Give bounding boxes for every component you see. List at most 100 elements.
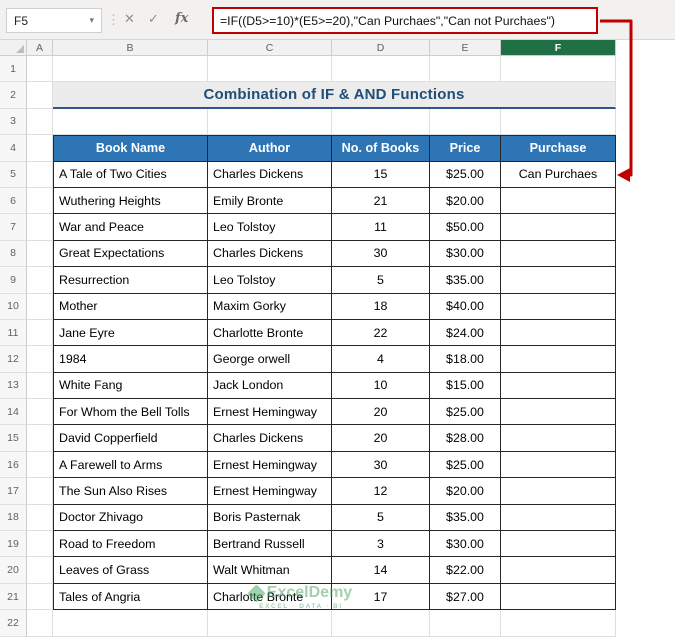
table-cell[interactable]: $27.00: [430, 583, 501, 611]
table-header-1[interactable]: Book Name: [53, 135, 208, 162]
table-cell[interactable]: 21: [332, 187, 430, 215]
cell-a11[interactable]: [27, 319, 53, 347]
table-header-4[interactable]: Price: [430, 135, 501, 162]
select-all-button[interactable]: [0, 40, 27, 56]
table-cell[interactable]: Resurrection: [53, 267, 208, 294]
table-cell[interactable]: A Farewell to Arms: [53, 451, 208, 479]
table-cell[interactable]: Walt Whitman: [208, 557, 332, 584]
table-cell[interactable]: Leaves of Grass: [53, 557, 208, 584]
table-cell[interactable]: $50.00: [430, 214, 501, 241]
cell-a12[interactable]: [27, 346, 53, 373]
row-header-5[interactable]: 5: [0, 161, 27, 188]
empty-cell[interactable]: [332, 56, 430, 83]
empty-cell[interactable]: [208, 108, 332, 136]
cell-a22[interactable]: [27, 610, 53, 637]
empty-cell[interactable]: [501, 56, 616, 83]
table-cell[interactable]: 3: [332, 531, 430, 558]
table-cell[interactable]: $22.00: [430, 557, 501, 584]
row-header-15[interactable]: 15: [0, 425, 27, 452]
column-header-e[interactable]: E: [430, 40, 501, 56]
table-cell[interactable]: Mother: [53, 293, 208, 320]
table-cell[interactable]: [501, 214, 616, 241]
table-cell[interactable]: Ernest Hemingway: [208, 478, 332, 505]
chevron-down-icon[interactable]: ▾: [89, 15, 94, 26]
cell-a7[interactable]: [27, 214, 53, 241]
empty-cell[interactable]: [332, 610, 430, 637]
column-header-f[interactable]: F: [501, 40, 616, 56]
table-cell[interactable]: 20: [332, 399, 430, 426]
row-header-14[interactable]: 14: [0, 399, 27, 426]
table-cell[interactable]: 4: [332, 346, 430, 373]
cell-a21[interactable]: [27, 583, 53, 611]
cell-a3[interactable]: [27, 108, 53, 136]
table-cell[interactable]: Doctor Zhivago: [53, 504, 208, 532]
cell-a17[interactable]: [27, 478, 53, 505]
table-cell[interactable]: Jack London: [208, 372, 332, 400]
table-cell[interactable]: 5: [332, 504, 430, 532]
column-header-b[interactable]: B: [53, 40, 208, 56]
table-cell[interactable]: 17: [332, 583, 430, 611]
table-cell[interactable]: 30: [332, 240, 430, 268]
empty-cell[interactable]: [208, 610, 332, 637]
empty-cell[interactable]: [501, 610, 616, 637]
enter-icon[interactable]: ✓: [148, 11, 159, 27]
cell-a10[interactable]: [27, 293, 53, 320]
table-cell[interactable]: $30.00: [430, 240, 501, 268]
table-cell[interactable]: [501, 451, 616, 479]
table-cell[interactable]: $35.00: [430, 504, 501, 532]
table-header-5[interactable]: Purchase: [501, 135, 616, 162]
table-cell[interactable]: [501, 293, 616, 320]
row-header-2[interactable]: 2: [0, 82, 27, 109]
table-cell[interactable]: Wuthering Heights: [53, 187, 208, 215]
row-header-10[interactable]: 10: [0, 293, 27, 320]
table-cell[interactable]: [501, 240, 616, 268]
row-header-16[interactable]: 16: [0, 451, 27, 479]
table-cell[interactable]: White Fang: [53, 372, 208, 400]
empty-cell[interactable]: [53, 56, 208, 83]
column-header-d[interactable]: D: [332, 40, 430, 56]
cell-a19[interactable]: [27, 531, 53, 558]
empty-cell[interactable]: [430, 610, 501, 637]
cell-a8[interactable]: [27, 240, 53, 268]
cell-a4[interactable]: [27, 135, 53, 162]
row-header-8[interactable]: 8: [0, 240, 27, 268]
row-header-17[interactable]: 17: [0, 478, 27, 505]
cell-a13[interactable]: [27, 372, 53, 400]
table-cell[interactable]: $40.00: [430, 293, 501, 320]
table-cell[interactable]: [501, 504, 616, 532]
row-header-7[interactable]: 7: [0, 214, 27, 241]
table-cell[interactable]: Charlotte Bronte: [208, 583, 332, 611]
table-cell[interactable]: [501, 346, 616, 373]
empty-cell[interactable]: [53, 610, 208, 637]
table-cell[interactable]: 11: [332, 214, 430, 241]
table-cell[interactable]: [501, 425, 616, 452]
row-header-18[interactable]: 18: [0, 504, 27, 532]
table-cell[interactable]: Charlotte Bronte: [208, 319, 332, 347]
cancel-icon[interactable]: ✕: [124, 11, 135, 27]
formula-input[interactable]: =IF((D5>=10)*(E5>=20),"Can Purchaes","Ca…: [212, 7, 598, 34]
table-cell[interactable]: Leo Tolstoy: [208, 267, 332, 294]
table-cell[interactable]: $28.00: [430, 425, 501, 452]
table-cell[interactable]: 14: [332, 557, 430, 584]
column-header-c[interactable]: C: [208, 40, 332, 56]
table-cell[interactable]: Emily Bronte: [208, 187, 332, 215]
cell-a15[interactable]: [27, 425, 53, 452]
table-cell[interactable]: 20: [332, 425, 430, 452]
table-cell[interactable]: Ernest Hemingway: [208, 399, 332, 426]
table-cell[interactable]: [501, 478, 616, 505]
insert-function-icon[interactable]: fx: [175, 11, 188, 26]
cell-a14[interactable]: [27, 399, 53, 426]
row-header-3[interactable]: 3: [0, 108, 27, 136]
table-cell[interactable]: 22: [332, 319, 430, 347]
row-header-19[interactable]: 19: [0, 531, 27, 558]
row-header-9[interactable]: 9: [0, 267, 27, 294]
table-cell[interactable]: [501, 531, 616, 558]
table-cell[interactable]: David Copperfield: [53, 425, 208, 452]
empty-cell[interactable]: [332, 108, 430, 136]
cell-a2[interactable]: [27, 82, 53, 109]
cell-a18[interactable]: [27, 504, 53, 532]
table-cell[interactable]: Tales of Angria: [53, 583, 208, 611]
name-box[interactable]: F5 ▾: [6, 8, 102, 33]
empty-cell[interactable]: [208, 56, 332, 83]
row-header-21[interactable]: 21: [0, 583, 27, 611]
